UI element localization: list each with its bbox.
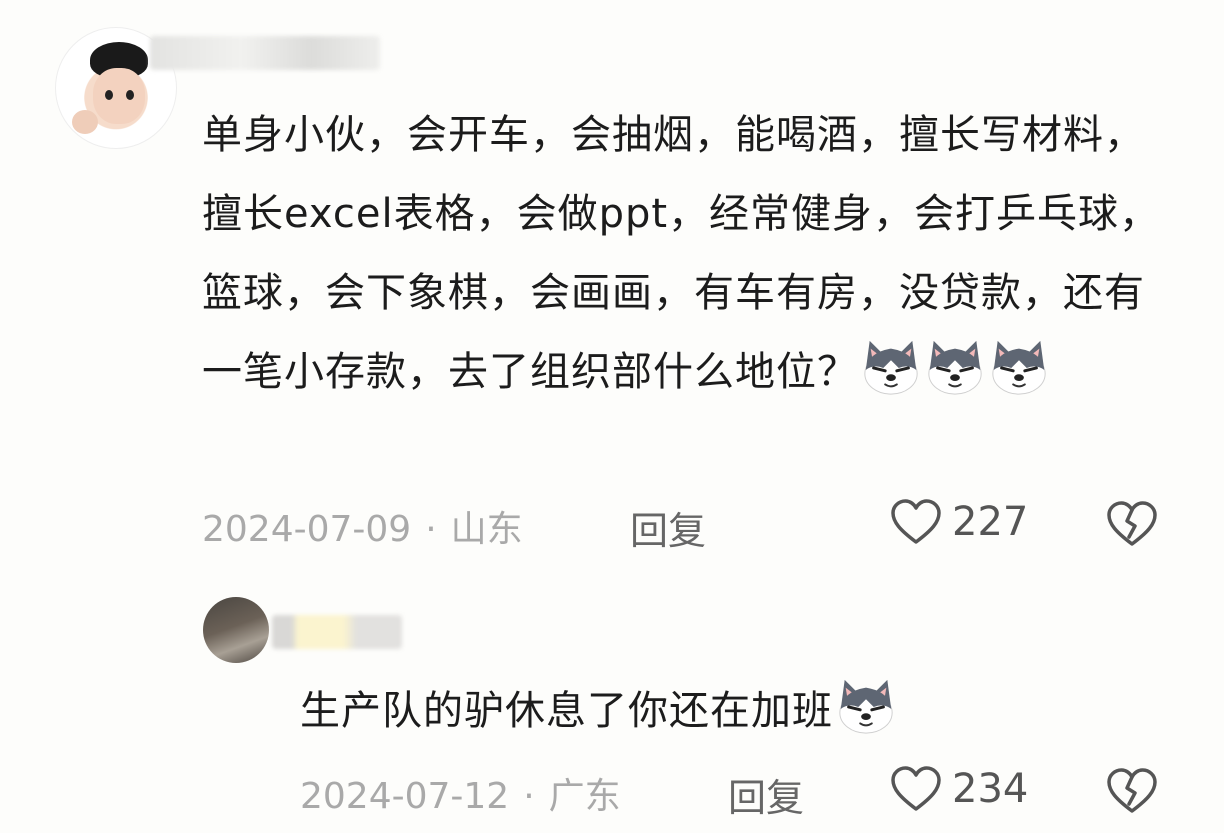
dislike-button[interactable] (1106, 500, 1158, 548)
reply-button[interactable]: 回复 (630, 500, 706, 555)
reply-date: 2024-07-12 (300, 776, 510, 817)
comment-location: 山东 (450, 509, 523, 550)
reply-text: 生产队的驴休息了你还在加班 (300, 688, 833, 734)
username-blurred[interactable] (272, 615, 402, 649)
avatar-hand (72, 110, 98, 134)
reply-location: 广东 (548, 776, 621, 817)
husky-emoji-icon (835, 674, 897, 736)
avatar[interactable] (203, 597, 269, 663)
husky-emoji-icon (988, 335, 1050, 397)
like-count: 234 (952, 766, 1029, 812)
reply-meta: 2024-07-12 · 广东 (300, 767, 621, 819)
avatar-eye (105, 90, 113, 100)
heart-outline-icon (891, 499, 941, 544)
avatar-eye (126, 90, 134, 100)
comment-date: 2024-07-09 (202, 509, 412, 550)
husky-emoji-icon (924, 335, 986, 397)
meta-separator: · (523, 776, 535, 817)
comment-text-block: 单身小伙，会开车，会抽烟，能喝酒，擅长写材料，擅长excel表格，会做ppt，经… (202, 96, 1162, 412)
heart-outline-icon (891, 766, 941, 811)
meta-separator: · (425, 509, 437, 550)
like-count: 227 (952, 499, 1029, 545)
reply-text-block: 生产队的驴休息了你还在加班 (300, 674, 897, 746)
dislike-button[interactable] (1106, 767, 1158, 815)
like-button[interactable]: 234 (890, 765, 1028, 813)
like-button[interactable]: 227 (890, 498, 1028, 546)
username-blurred[interactable] (150, 36, 380, 70)
avatar-face (93, 68, 145, 124)
broken-heart-icon (1107, 501, 1157, 546)
reply-button[interactable]: 回复 (728, 767, 804, 822)
broken-heart-icon (1107, 768, 1157, 813)
husky-emoji-icon (860, 335, 922, 397)
comment-meta: 2024-07-09 · 山东 (202, 500, 523, 552)
